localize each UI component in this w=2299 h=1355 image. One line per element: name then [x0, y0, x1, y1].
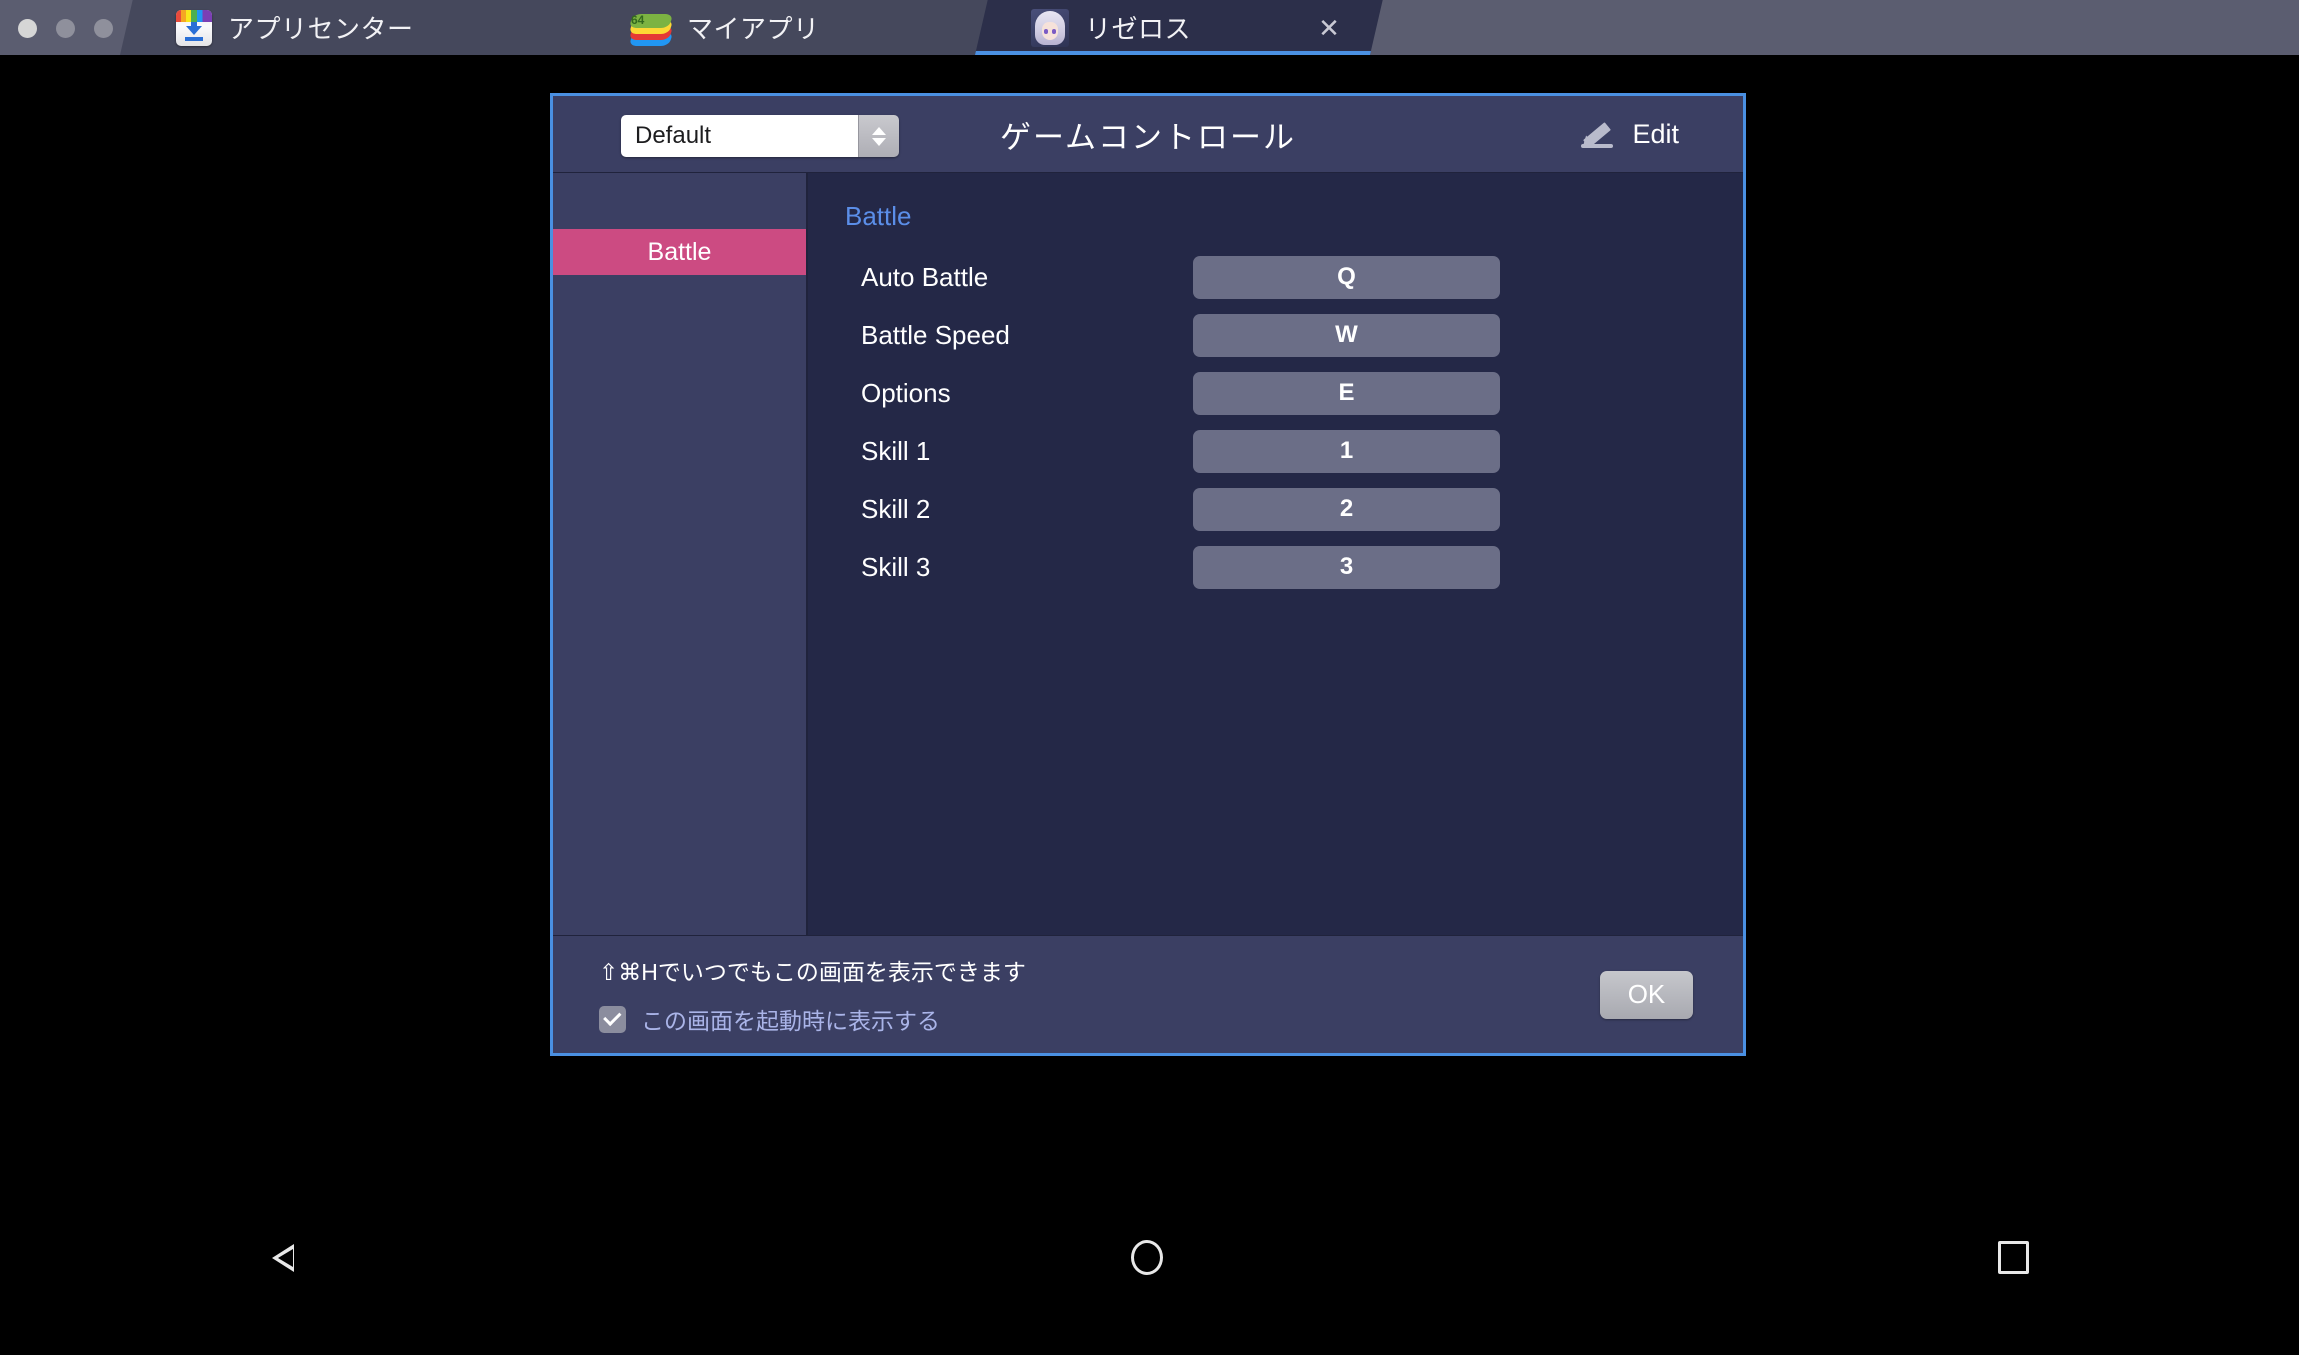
- binding-row: Auto Battle Q: [808, 248, 1743, 306]
- binding-key-skill-3[interactable]: 3: [1193, 545, 1500, 589]
- binding-key-skill-2[interactable]: 2: [1193, 487, 1500, 531]
- pencil-icon: [1579, 117, 1614, 151]
- tab-rezeros[interactable]: リゼロス ✕: [975, 0, 1383, 55]
- profile-select-value: Default: [621, 115, 858, 157]
- window-minimize-button[interactable]: [56, 19, 75, 38]
- android-navigation-bar: [0, 1215, 2299, 1300]
- show-on-startup-checkbox-row[interactable]: この画面を起動時に表示する: [599, 1002, 1697, 1036]
- binding-label-skill-1: Skill 1: [861, 435, 931, 466]
- binding-label-skill-2: Skill 2: [861, 493, 931, 524]
- sidebar-item-label: Battle: [647, 237, 712, 266]
- browser-tab-bar: アプリセンター 64 マイアプリ リゼロス ✕: [0, 0, 2299, 55]
- tab-my-apps[interactable]: 64 マイアプリ: [575, 0, 1020, 55]
- check-icon: [602, 1007, 621, 1027]
- window-close-button[interactable]: [18, 19, 37, 38]
- back-triangle-icon[interactable]: [270, 1242, 295, 1274]
- chevron-down-icon[interactable]: [872, 137, 886, 146]
- tab-label-my-apps: マイアプリ: [687, 14, 820, 44]
- emulator-viewport: Default ゲームコントロール Edit Battle Battle Aut…: [0, 55, 2299, 1300]
- binding-row: Options E: [808, 364, 1743, 422]
- ok-button[interactable]: OK: [1600, 970, 1693, 1019]
- home-circle-icon[interactable]: [1130, 1240, 1163, 1275]
- binding-label-options: Options: [861, 377, 951, 408]
- tab-label-rezeros: リゼロス: [1085, 14, 1192, 44]
- tab-app-center[interactable]: アプリセンター: [120, 0, 605, 55]
- binding-key-auto-battle[interactable]: Q: [1193, 255, 1500, 299]
- binding-row: Battle Speed W: [808, 306, 1743, 364]
- app-center-icon: [176, 9, 212, 46]
- profile-select[interactable]: Default: [621, 115, 899, 157]
- profile-select-stepper[interactable]: [858, 115, 899, 157]
- game-avatar-icon: [1031, 8, 1069, 47]
- recents-square-icon[interactable]: [1998, 1241, 2029, 1274]
- binding-key-battle-speed[interactable]: W: [1193, 313, 1500, 357]
- bluestacks-logo-icon: 64: [628, 10, 674, 46]
- category-sidebar: Battle: [553, 173, 808, 935]
- show-on-startup-label: この画面を起動時に表示する: [641, 1008, 940, 1034]
- shortcut-hint-text: ⇧⌘Hでいつでもこの画面を表示できます: [599, 959, 1026, 985]
- show-on-startup-checkbox[interactable]: [599, 1005, 626, 1033]
- dialog-header: Default ゲームコントロール Edit: [553, 96, 1743, 173]
- tab-label-app-center: アプリセンター: [228, 14, 414, 44]
- binding-label-auto-battle: Auto Battle: [861, 261, 989, 292]
- binding-row: Skill 3 3: [808, 538, 1743, 596]
- binding-key-options[interactable]: E: [1193, 371, 1500, 415]
- dialog-footer: ⇧⌘Hでいつでもこの画面を表示できます この画面を起動時に表示する OK: [553, 935, 1743, 1053]
- binding-key-skill-1[interactable]: 1: [1193, 429, 1500, 473]
- binding-label-skill-3: Skill 3: [861, 551, 931, 582]
- dialog-main: Battle Battle Auto Battle Q Battle Speed…: [553, 173, 1743, 935]
- edit-button-label: Edit: [1632, 118, 1679, 149]
- binding-row: Skill 2 2: [808, 480, 1743, 538]
- game-controls-dialog: Default ゲームコントロール Edit Battle Battle Aut…: [550, 93, 1746, 1056]
- window-zoom-button[interactable]: [94, 19, 113, 38]
- binding-row: Skill 1 1: [808, 422, 1743, 480]
- sidebar-item-battle[interactable]: Battle: [553, 229, 806, 275]
- close-icon[interactable]: ✕: [1316, 15, 1342, 41]
- bluestacks-badge-64: 64: [631, 12, 645, 27]
- binding-label-battle-speed: Battle Speed: [861, 319, 1010, 350]
- chevron-up-icon[interactable]: [872, 126, 886, 135]
- window-traffic-lights: [18, 19, 113, 38]
- bindings-panel: Battle Auto Battle Q Battle Speed W Opti…: [808, 173, 1743, 935]
- edit-button[interactable]: Edit: [1579, 117, 1679, 151]
- section-title-battle: Battle: [845, 201, 912, 231]
